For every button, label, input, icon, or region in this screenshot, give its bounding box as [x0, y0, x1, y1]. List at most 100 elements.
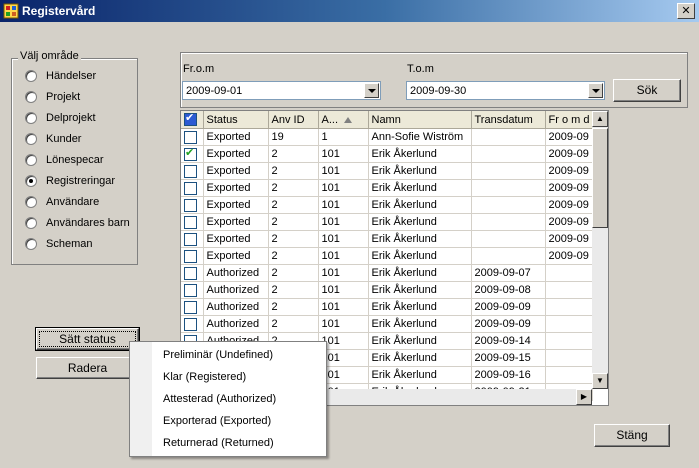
table-row[interactable]: Exported2101Erik Åkerlund 2009-09	[181, 179, 594, 197]
cell-anv-id[interactable]: 2	[268, 298, 319, 316]
cell-namn[interactable]: Erik Åkerlund	[368, 230, 472, 248]
area-option[interactable]: Användares barn	[25, 217, 130, 233]
scroll-up-icon[interactable]: ▲	[592, 111, 608, 127]
cell-a[interactable]: 101	[318, 264, 369, 282]
area-option[interactable]: Delprojekt	[25, 112, 96, 128]
cell-namn[interactable]: Erik Åkerlund	[368, 315, 472, 333]
cell-anv-id[interactable]: 2	[268, 264, 319, 282]
from-date-combo[interactable]: 2009-09-01	[182, 81, 381, 100]
column-header-status[interactable]: Status	[203, 111, 269, 129]
cell-namn[interactable]: Erik Åkerlund	[368, 145, 472, 163]
table-row[interactable]: Exported2101Erik Åkerlund 2009-09	[181, 145, 594, 163]
cell-fromd[interactable]: 2009-09	[545, 145, 594, 163]
area-option[interactable]: Scheman	[25, 238, 92, 254]
cell-fromd[interactable]	[545, 281, 594, 299]
grid-vertical-scrollbar[interactable]: ▲ ▼	[592, 111, 608, 389]
radio-button[interactable]	[25, 175, 37, 188]
area-option-label[interactable]: Lönespecar	[46, 154, 104, 166]
row-select-cell[interactable]	[181, 128, 204, 146]
cell-fromd[interactable]: 2009-09	[545, 196, 594, 214]
radio-button[interactable]	[25, 91, 37, 104]
cell-anv-id[interactable]: 2	[268, 281, 319, 299]
area-option[interactable]: Användare	[25, 196, 99, 212]
area-option-label[interactable]: Händelser	[46, 70, 96, 82]
column-header-transdatum[interactable]: Transdatum	[471, 111, 546, 129]
cell-status[interactable]: Exported	[203, 179, 269, 197]
chevron-down-icon[interactable]	[364, 83, 379, 98]
cell-fromd[interactable]: 2009-09	[545, 179, 594, 197]
row-checkbox[interactable]	[184, 181, 197, 195]
cell-namn[interactable]: Erik Åkerlund	[368, 281, 472, 299]
menu-item-returned[interactable]: Returnerad (Returned)	[163, 437, 274, 449]
row-select-cell[interactable]	[181, 196, 204, 214]
menu-item-authorized[interactable]: Attesterad (Authorized)	[163, 393, 276, 405]
area-option-label[interactable]: Scheman	[46, 238, 92, 250]
area-option-label[interactable]: Projekt	[46, 91, 80, 103]
cell-anv-id[interactable]: 19	[268, 128, 319, 146]
cell-transdatum[interactable]: 2009-09-08	[471, 281, 546, 299]
cell-transdatum[interactable]: 2009-09-09	[471, 298, 546, 316]
cell-status[interactable]: Authorized	[203, 281, 269, 299]
cell-namn[interactable]: Erik Åkerlund	[368, 349, 472, 367]
scroll-down-icon[interactable]: ▼	[592, 373, 608, 389]
cell-namn[interactable]: Erik Åkerlund	[368, 213, 472, 231]
cell-status[interactable]: Exported	[203, 162, 269, 180]
cell-status[interactable]: Exported	[203, 145, 269, 163]
cell-transdatum[interactable]	[471, 162, 546, 180]
row-checkbox[interactable]	[184, 300, 197, 314]
column-header-anv-id[interactable]: Anv ID	[268, 111, 319, 129]
cell-status[interactable]: Authorized	[203, 298, 269, 316]
table-row[interactable]: Exported2101Erik Åkerlund 2009-09	[181, 230, 594, 248]
close-button[interactable]: Stäng	[594, 424, 670, 447]
row-select-cell[interactable]	[181, 162, 204, 180]
cell-transdatum[interactable]	[471, 145, 546, 163]
area-option-label[interactable]: Kunder	[46, 133, 81, 145]
cell-status[interactable]: Exported	[203, 196, 269, 214]
cell-a[interactable]: 101	[318, 247, 369, 265]
row-select-cell[interactable]	[181, 213, 204, 231]
cell-namn[interactable]: Erik Åkerlund	[368, 196, 472, 214]
row-checkbox[interactable]	[184, 266, 197, 280]
cell-a[interactable]: 101	[318, 315, 369, 333]
row-checkbox[interactable]	[184, 130, 197, 144]
table-row[interactable]: Authorized 2 101 Erik Åkerlund 2009-09-08	[181, 281, 594, 299]
cell-status[interactable]: Exported	[203, 247, 269, 265]
area-option[interactable]: Händelser	[25, 70, 96, 86]
select-all-header[interactable]	[181, 111, 204, 129]
cell-anv-id[interactable]: 2	[268, 247, 319, 265]
cell-fromd[interactable]	[545, 366, 594, 384]
cell-namn[interactable]: Erik Åkerlund	[368, 332, 472, 350]
row-select-cell[interactable]	[181, 264, 204, 282]
area-option[interactable]: Lönespecar	[25, 154, 104, 170]
chevron-down-icon[interactable]	[588, 83, 603, 98]
cell-namn[interactable]: Erik Åkerlund	[368, 264, 472, 282]
row-select-cell[interactable]	[181, 281, 204, 299]
cell-a[interactable]: 101	[318, 196, 369, 214]
row-select-cell[interactable]	[181, 230, 204, 248]
select-all-checkbox[interactable]	[184, 111, 197, 126]
menu-item-exported[interactable]: Exporterad (Exported)	[163, 415, 271, 427]
radio-button[interactable]	[25, 196, 37, 209]
column-header-a[interactable]: A...	[318, 111, 369, 129]
to-date-combo[interactable]: 2009-09-30	[406, 81, 605, 100]
table-row[interactable]: Exported2101Erik Åkerlund 2009-09	[181, 162, 594, 180]
area-option-label[interactable]: Användares barn	[46, 217, 130, 229]
cell-transdatum[interactable]	[471, 179, 546, 197]
row-checkbox[interactable]	[184, 317, 197, 331]
table-row[interactable]: Authorized 2 101 Erik Åkerlund 2009-09-07	[181, 264, 594, 282]
cell-fromd[interactable]	[545, 349, 594, 367]
menu-item-registered[interactable]: Klar (Registered)	[163, 371, 246, 383]
area-option-label[interactable]: Registreringar	[46, 175, 115, 187]
cell-anv-id[interactable]: 2	[268, 213, 319, 231]
cell-transdatum[interactable]: 2009-09-16	[471, 366, 546, 384]
table-row[interactable]: Exported2101Erik Åkerlund 2009-09	[181, 213, 594, 231]
cell-status[interactable]: Authorized	[203, 315, 269, 333]
row-checkbox[interactable]	[184, 146, 197, 161]
table-row[interactable]: Exported2101Erik Åkerlund 2009-09	[181, 196, 594, 214]
row-select-cell[interactable]	[181, 145, 204, 163]
cell-transdatum[interactable]	[471, 128, 546, 146]
cell-transdatum[interactable]	[471, 213, 546, 231]
radio-button[interactable]	[25, 133, 37, 146]
radio-button[interactable]	[25, 112, 37, 125]
cell-a[interactable]: 101	[318, 162, 369, 180]
